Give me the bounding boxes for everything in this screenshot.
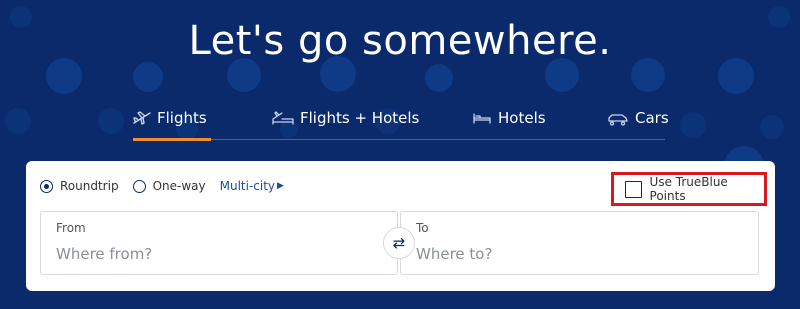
tab-flights-hotels-label: Flights + Hotels [300, 109, 420, 127]
tab-flights-hotels[interactable]: Flights + Hotels [272, 108, 419, 140]
plane-icon [133, 108, 151, 128]
to-label: To [416, 221, 429, 235]
car-icon [607, 108, 629, 128]
tab-flights[interactable]: Flights [133, 108, 211, 141]
page-title: Let's go somewhere. [188, 18, 612, 64]
swap-button[interactable]: ⇄ [383, 227, 415, 259]
from-placeholder: Where from? [56, 245, 153, 263]
use-trueblue-points-checkbox[interactable]: Use TrueBlue Points [611, 172, 767, 206]
tab-cars[interactable]: Cars [607, 108, 669, 140]
tab-hotels[interactable]: Hotels [472, 108, 546, 140]
caret-right-icon: ▶ [277, 181, 284, 191]
flight-search-card: Roundtrip One-way Multi-city ▶ Use TrueB… [26, 161, 775, 291]
tab-hotels-label: Hotels [498, 109, 546, 127]
plane-bed-icon [272, 108, 294, 128]
multicity-link[interactable]: Multi-city ▶ [220, 179, 284, 193]
from-field[interactable]: From Where from? [40, 211, 398, 275]
swap-arrows-icon: ⇄ [392, 234, 406, 252]
radio-unselected-icon [132, 179, 146, 193]
radio-selected-icon [40, 179, 53, 193]
booking-tabs: Flights Flights + Hotels Hotels Cars [133, 100, 669, 141]
oneway-label: One-way [152, 179, 206, 193]
checkbox-icon[interactable] [625, 180, 642, 198]
tab-cars-label: Cars [635, 109, 669, 127]
use-trueblue-points-label: Use TrueBlue Points [649, 175, 728, 203]
from-label: From [56, 221, 86, 235]
roundtrip-label: Roundtrip [60, 179, 119, 193]
trip-type-selector: Roundtrip One-way Multi-city ▶ [40, 179, 284, 193]
to-field[interactable]: To Where to? [400, 211, 759, 275]
to-placeholder: Where to? [416, 245, 493, 263]
oneway-radio[interactable]: One-way [132, 179, 206, 193]
bed-icon [472, 108, 492, 128]
roundtrip-radio[interactable]: Roundtrip [40, 179, 119, 193]
multicity-label: Multi-city [219, 179, 276, 193]
tab-flights-label: Flights [157, 109, 207, 127]
